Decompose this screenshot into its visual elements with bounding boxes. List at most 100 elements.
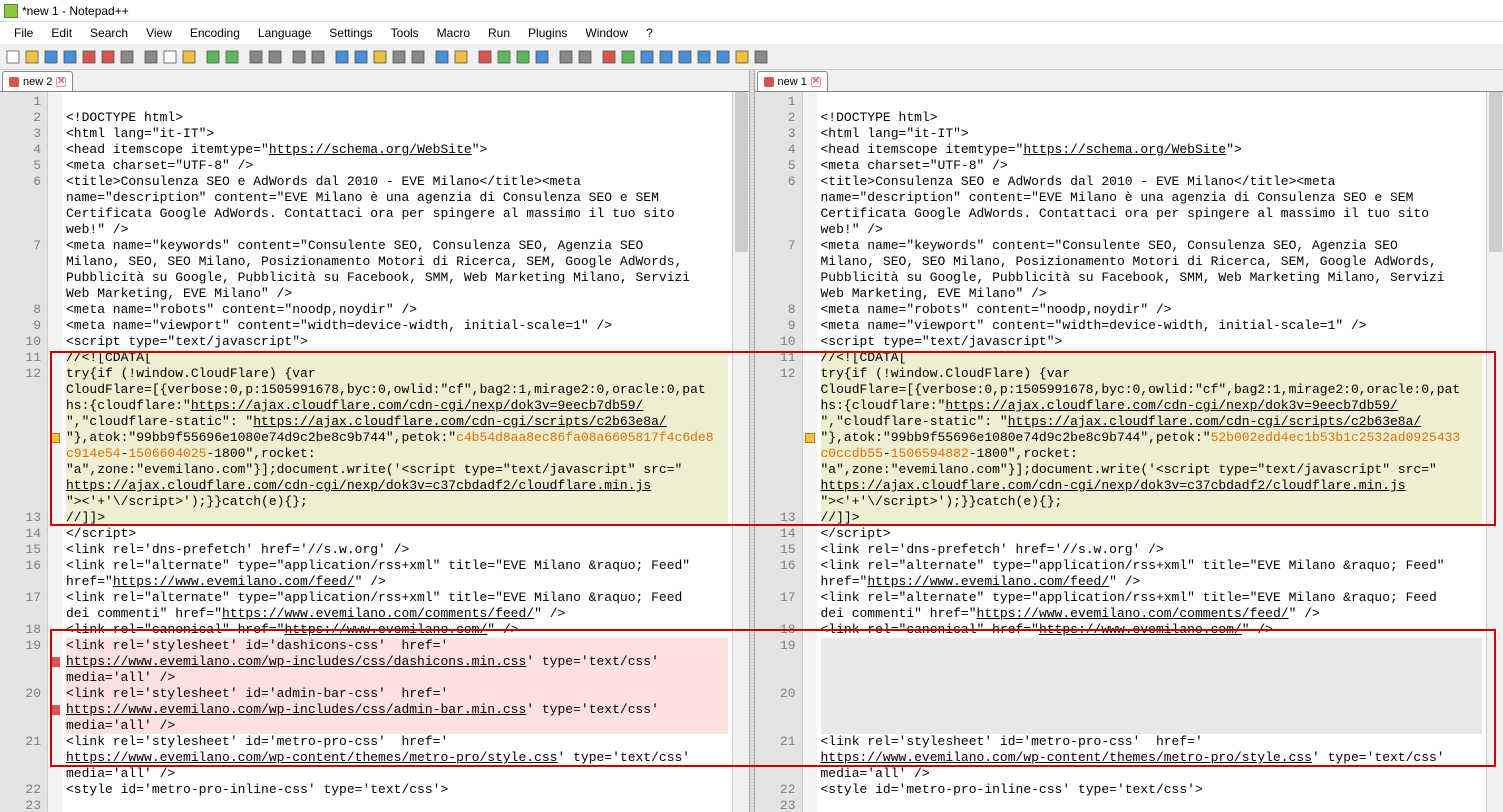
save-icon[interactable] — [42, 48, 60, 66]
code-line[interactable] — [821, 686, 1483, 734]
code-line[interactable]: <link rel="alternate" type="application/… — [66, 558, 728, 590]
menu-view[interactable]: View — [138, 24, 180, 42]
code-area[interactable]: <!DOCTYPE html><html lang="it-IT"><head … — [817, 92, 1487, 812]
compare-first-icon[interactable] — [676, 48, 694, 66]
code-line[interactable]: </script> — [66, 526, 728, 542]
menu-tools[interactable]: Tools — [383, 24, 427, 42]
new-file-icon[interactable] — [4, 48, 22, 66]
code-line[interactable]: <style id='metro-pro-inline-css' type='t… — [66, 782, 728, 798]
code-line[interactable]: try{if (!window.CloudFlare) {var CloudFl… — [821, 366, 1483, 510]
close-all-icon[interactable] — [99, 48, 117, 66]
code-line[interactable]: <link rel="canonical" href="https://www.… — [66, 622, 728, 638]
code-line[interactable]: <html lang="it-IT"> — [821, 126, 1483, 142]
zoom-out-icon[interactable] — [309, 48, 327, 66]
code-line[interactable]: <link rel='stylesheet' id='admin-bar-css… — [66, 686, 728, 734]
menu-encoding[interactable]: Encoding — [182, 24, 248, 42]
code-line[interactable]: //]]> — [821, 510, 1483, 526]
code-line[interactable]: </script> — [821, 526, 1483, 542]
macro-play-icon[interactable] — [495, 48, 513, 66]
close-icon[interactable]: ✕ — [56, 77, 66, 87]
undo-icon[interactable] — [204, 48, 222, 66]
compare-last-icon[interactable] — [733, 48, 751, 66]
open-file-icon[interactable] — [23, 48, 41, 66]
code-line[interactable] — [821, 94, 1483, 110]
code-line[interactable]: <!DOCTYPE html> — [821, 110, 1483, 126]
code-line[interactable]: <meta name="keywords" content="Consulent… — [821, 238, 1483, 302]
find-icon[interactable] — [247, 48, 265, 66]
macro-play-multi-icon[interactable] — [514, 48, 532, 66]
menu-window[interactable]: Window — [577, 24, 636, 42]
code-line[interactable]: <script type="text/javascript"> — [821, 334, 1483, 350]
close-icon[interactable] — [80, 48, 98, 66]
code-line[interactable]: <meta charset="UTF-8" /> — [821, 158, 1483, 174]
compare-opt-icon[interactable] — [752, 48, 770, 66]
cut-icon[interactable] — [142, 48, 160, 66]
sync-v-icon[interactable] — [333, 48, 351, 66]
code-line[interactable]: <meta charset="UTF-8" /> — [66, 158, 728, 174]
menu-plugins[interactable]: Plugins — [520, 24, 575, 42]
code-line[interactable]: <!DOCTYPE html> — [66, 110, 728, 126]
replace-icon[interactable] — [266, 48, 284, 66]
show-all-icon[interactable] — [390, 48, 408, 66]
tab-new-2[interactable]: new 2 ✕ — [2, 71, 73, 91]
code-line[interactable]: <html lang="it-IT"> — [66, 126, 728, 142]
code-area[interactable]: <!DOCTYPE html><html lang="it-IT"><head … — [62, 92, 732, 812]
code-line[interactable] — [821, 798, 1483, 812]
tab-new-1[interactable]: new 1 ✕ — [757, 71, 828, 91]
code-line[interactable]: <title>Consulenza SEO e AdWords dal 2010… — [821, 174, 1483, 238]
scroll-thumb[interactable] — [1489, 92, 1502, 252]
compare-1-icon[interactable] — [600, 48, 618, 66]
code-line[interactable]: <meta name="viewport" content="width=dev… — [66, 318, 728, 334]
menu-macro[interactable]: Macro — [429, 24, 478, 42]
nav-next-icon[interactable] — [576, 48, 594, 66]
word-wrap-icon[interactable] — [371, 48, 389, 66]
compare-2-icon[interactable] — [619, 48, 637, 66]
code-line[interactable]: <link rel='dns-prefetch' href='//s.w.org… — [66, 542, 728, 558]
scrollbar-vertical[interactable] — [732, 92, 749, 812]
redo-icon[interactable] — [223, 48, 241, 66]
code-line[interactable]: <meta name="robots" content="noodp,noydi… — [66, 302, 728, 318]
code-line[interactable]: <head itemscope itemtype="https://schema… — [821, 142, 1483, 158]
code-line[interactable]: <link rel="alternate" type="application/… — [821, 590, 1483, 622]
code-line[interactable] — [66, 94, 728, 110]
menu-?[interactable]: ? — [638, 24, 661, 42]
lang-icon[interactable] — [433, 48, 451, 66]
code-line[interactable]: <head itemscope itemtype="https://schema… — [66, 142, 728, 158]
code-line[interactable]: //]]> — [66, 510, 728, 526]
copy-icon[interactable] — [161, 48, 179, 66]
print-icon[interactable] — [118, 48, 136, 66]
save-all-icon[interactable] — [61, 48, 79, 66]
code-line[interactable]: <link rel="alternate" type="application/… — [66, 590, 728, 622]
code-line[interactable]: try{if (!window.CloudFlare) {var CloudFl… — [66, 366, 728, 510]
compare-move-icon[interactable] — [638, 48, 656, 66]
menu-settings[interactable]: Settings — [321, 24, 380, 42]
code-line[interactable]: <style id='metro-pro-inline-css' type='t… — [821, 782, 1483, 798]
compare-next-icon[interactable] — [714, 48, 732, 66]
sync-h-icon[interactable] — [352, 48, 370, 66]
close-icon[interactable]: ✕ — [811, 77, 821, 87]
scroll-thumb[interactable] — [735, 92, 748, 252]
editor-left[interactable]: 1234567891011121314151617181920212223 <!… — [0, 92, 749, 812]
menu-language[interactable]: Language — [250, 24, 319, 42]
code-line[interactable]: <meta name="keywords" content="Consulent… — [66, 238, 728, 302]
menu-search[interactable]: Search — [82, 24, 136, 42]
nav-prev-icon[interactable] — [557, 48, 575, 66]
menu-run[interactable]: Run — [480, 24, 518, 42]
code-line[interactable]: <meta name="viewport" content="width=dev… — [821, 318, 1483, 334]
macro-rec-icon[interactable] — [476, 48, 494, 66]
folder-icon[interactable] — [452, 48, 470, 66]
code-line[interactable]: <meta name="robots" content="noodp,noydi… — [821, 302, 1483, 318]
compare-prev-icon[interactable] — [695, 48, 713, 66]
compare-nav-icon[interactable] — [657, 48, 675, 66]
code-line[interactable]: //<![CDATA[ — [821, 350, 1483, 366]
code-line[interactable] — [66, 798, 728, 812]
paste-icon[interactable] — [180, 48, 198, 66]
code-line[interactable]: <link rel='stylesheet' id='dashicons-css… — [66, 638, 728, 686]
editor-right[interactable]: 1234567891011121314151617181920212223 <!… — [755, 92, 1503, 812]
indent-guide-icon[interactable] — [409, 48, 427, 66]
menu-edit[interactable]: Edit — [43, 24, 80, 42]
code-line[interactable]: <link rel="canonical" href="https://www.… — [821, 622, 1483, 638]
code-line[interactable]: <link rel="alternate" type="application/… — [821, 558, 1483, 590]
zoom-in-icon[interactable] — [290, 48, 308, 66]
code-line[interactable]: //<![CDATA[ — [66, 350, 728, 366]
